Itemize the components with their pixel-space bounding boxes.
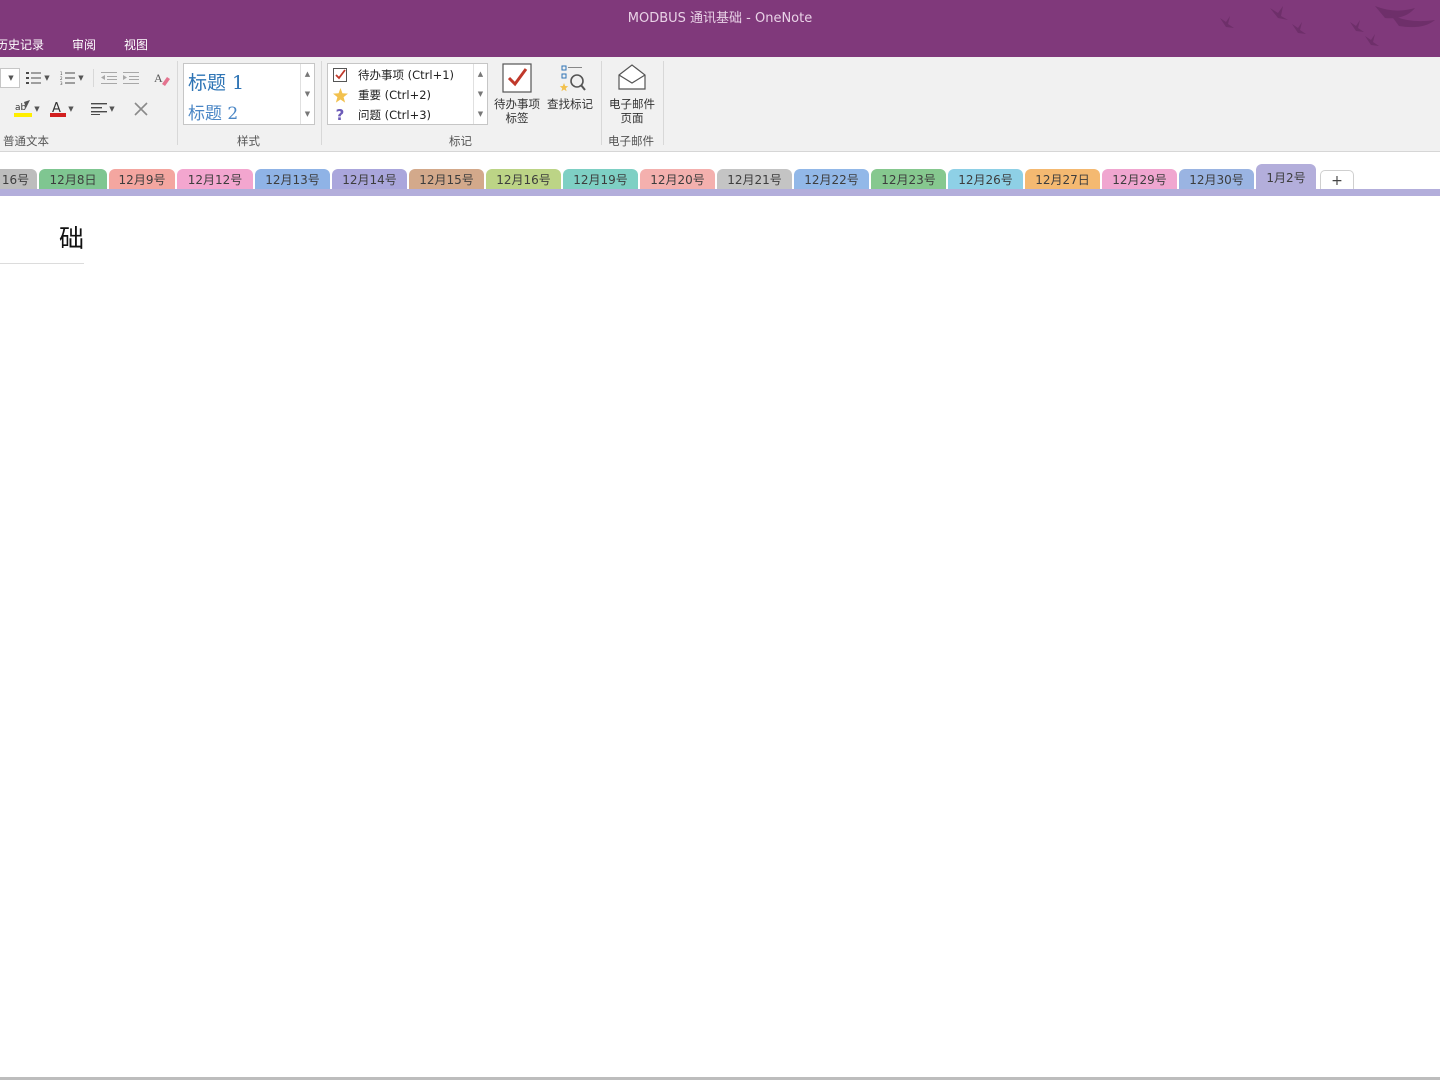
section-tab[interactable]: 12月20号 (640, 169, 715, 190)
star-icon (330, 87, 350, 103)
highlight-button[interactable]: ab ▼ (12, 99, 42, 119)
todo-tag-label: 待办事项 标签 (494, 97, 540, 125)
increase-indent-icon (123, 72, 139, 84)
tags-gallery-scroll: ▲ ▼ ▼ (473, 64, 487, 124)
group-label-basic-text: 普通文本 (3, 134, 49, 148)
decrease-indent-icon (101, 72, 117, 84)
numbered-list-button[interactable]: 123 ▼ (57, 69, 87, 87)
checkbox-icon (330, 67, 350, 83)
page-title-underline (0, 263, 84, 264)
section-tab[interactable]: 12月16号 (486, 169, 561, 190)
delete-button[interactable] (130, 99, 152, 119)
title-bar: MODBUS 通讯基础 - OneNote 历史记录 审阅 视图 (0, 0, 1440, 57)
section-tab[interactable]: 12月19号 (563, 169, 638, 190)
section-tab[interactable]: 12月21号 (717, 169, 792, 190)
font-color-icon: A (50, 101, 67, 117)
section-tab[interactable]: 12月22号 (794, 169, 869, 190)
email-page-button[interactable] (607, 61, 657, 97)
group-label-email: 电子邮件 (608, 134, 654, 148)
section-tab[interactable]: 12月27日 (1025, 169, 1100, 190)
close-icon (134, 102, 148, 116)
email-envelope-icon (618, 64, 646, 90)
section-tab[interactable]: 12月15号 (409, 169, 484, 190)
styles-gallery: 标题 1 标题 2 ▲ ▼ ▼ (183, 63, 315, 125)
section-tab[interactable]: 16号 (0, 169, 37, 190)
add-section-button[interactable]: + (1320, 170, 1354, 190)
section-tab[interactable]: 12月13号 (255, 169, 330, 190)
tag-important[interactable]: 重要 (Ctrl+2) (330, 85, 470, 105)
group-label-styles: 样式 (237, 134, 260, 148)
tab-review[interactable]: 审阅 (72, 36, 96, 53)
find-tags-label: 查找标记 (547, 97, 593, 111)
find-tags-icon (559, 65, 586, 92)
numbered-list-icon: 123 (60, 71, 76, 85)
font-color-button[interactable]: A ▼ (47, 99, 77, 119)
styles-gallery-scroll: ▲ ▼ ▼ (300, 64, 314, 124)
gallery-up-arrow-icon[interactable]: ▲ (301, 64, 314, 84)
align-left-icon (91, 103, 108, 115)
gallery-down-arrow-icon[interactable]: ▼ (301, 84, 314, 104)
section-tab[interactable]: 12月12号 (177, 169, 253, 190)
tag-todo[interactable]: 待办事项 (Ctrl+1) (330, 65, 470, 85)
active-section-bar (0, 189, 1440, 196)
question-icon: ? (335, 106, 345, 124)
ribbon: ▼ ▼ 123 ▼ A ab ▼ A ▼ ▼ 普通文本 标题 1 标题 2 ▲ … (0, 57, 1440, 152)
highlight-icon: ab (14, 100, 33, 117)
section-tab[interactable]: 12月29号 (1102, 169, 1177, 190)
section-tab[interactable]: 12月8日 (39, 169, 107, 190)
group-separator (177, 61, 178, 145)
gallery-down-arrow-icon[interactable]: ▼ (474, 84, 487, 104)
align-button[interactable]: ▼ (88, 99, 118, 119)
bullet-list-button[interactable]: ▼ (23, 69, 53, 87)
email-page-label: 电子邮件 页面 (609, 97, 655, 125)
group-separator (321, 61, 322, 145)
group-label-tags: 标记 (449, 134, 472, 148)
section-tab-active[interactable]: 1月2号 (1256, 164, 1316, 190)
gallery-up-arrow-icon[interactable]: ▲ (474, 64, 487, 84)
svg-text:A: A (154, 71, 163, 85)
birds-decoration-icon (1220, 6, 1435, 46)
tags-gallery: 待办事项 (Ctrl+1) 重要 (Ctrl+2) ? 问题 (Ctrl+3) … (327, 63, 488, 125)
style-heading-1[interactable]: 标题 1 (188, 68, 244, 95)
tab-history[interactable]: 历史记录 (0, 36, 44, 53)
group-separator (601, 61, 602, 145)
svg-text:3: 3 (60, 81, 63, 85)
section-tab[interactable]: 12月9号 (109, 169, 175, 190)
section-tab[interactable]: 12月14号 (332, 169, 407, 190)
decrease-indent-button[interactable] (99, 69, 119, 87)
section-tab[interactable]: 12月23号 (871, 169, 946, 190)
page-title[interactable]: 础 (0, 222, 84, 258)
font-size-dropdown[interactable]: ▼ (0, 68, 20, 88)
gallery-more-icon[interactable]: ▼ (474, 104, 487, 124)
clear-formatting-button[interactable]: A (152, 68, 172, 88)
section-tab[interactable]: 12月30号 (1179, 169, 1254, 190)
style-heading-2[interactable]: 标题 2 (188, 99, 238, 124)
svg-text:ab: ab (15, 103, 27, 113)
todo-checkbox-icon (502, 63, 532, 93)
tag-question[interactable]: ? 问题 (Ctrl+3) (330, 105, 470, 125)
bullet-list-icon (26, 72, 42, 84)
section-tabs: 16号 12月8日 12月9号 12月12号 12月13号 12月14号 12月… (0, 153, 1440, 190)
eraser-icon: A (154, 71, 170, 86)
group-separator (663, 61, 664, 145)
tab-view[interactable]: 视图 (124, 36, 148, 53)
section-tab[interactable]: 12月26号 (948, 169, 1023, 190)
increase-indent-button[interactable] (121, 69, 141, 87)
gallery-more-icon[interactable]: ▼ (301, 104, 314, 124)
